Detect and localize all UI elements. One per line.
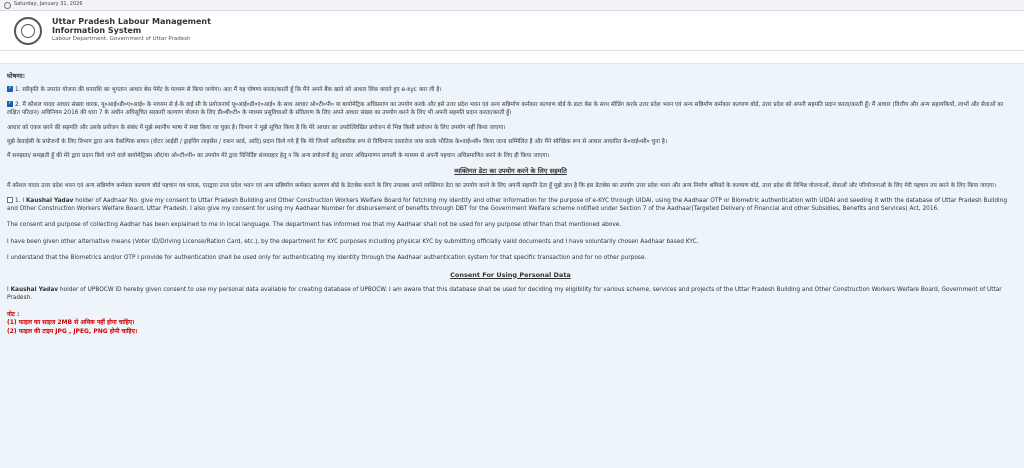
consent-panel: घोषणा: 1. स्वीकृति के उपरांत योजना की धन… <box>0 63 1024 468</box>
english-consent-checkbox[interactable] <box>7 196 13 203</box>
declaration-2-checkbox[interactable] <box>7 100 13 107</box>
personal-data-para-hindi: मैं कौशल यादव उत्तर प्रदेश भवन एवं अन्य … <box>7 183 997 190</box>
english-consent-para-4: I understand that the Biometrics and/or … <box>7 255 647 262</box>
declaration-para-5: मैं समझता/ समझती हूँ की मेरे द्वारा प्रद… <box>7 153 550 160</box>
applicant-name-2: Kaushal Yadav <box>10 286 59 293</box>
declaration-para-4: मुझे केवाईसी के प्रयोजनों के लिए विभाग द… <box>7 138 668 145</box>
declaration-heading: घोषणा: <box>7 72 26 80</box>
declaration-para-3: आधार को एकत्र करने की सहमति और उसके प्रय… <box>7 124 506 131</box>
english-personal-data-para: I Kaushal Yadav holder of UPBOCW ID here… <box>7 286 1002 302</box>
english-consent-para-2: The consent and purpose of collecting Aa… <box>7 222 622 229</box>
brand-title-line1: Uttar Pradesh Labour Management <box>52 16 211 26</box>
personal-data-title-english: Consent For Using Personal Data <box>450 270 571 279</box>
note-title: नोट : <box>7 310 20 318</box>
brand-block: Uttar Pradesh Labour Management Informat… <box>52 17 211 44</box>
declaration-1-checkbox[interactable] <box>7 85 13 93</box>
brand-title-line2: Information System <box>52 26 142 36</box>
english-consent-para-3: I have been given other alternative mean… <box>7 238 699 245</box>
declaration-item-2: 2. मैं कौशल यादव आधार संख्या धारक, यू०आई… <box>7 100 1014 118</box>
browser-topbar: Saturday, January 31, 2026 <box>0 0 1024 11</box>
site-header: Uttar Pradesh Labour Management Informat… <box>0 11 1024 51</box>
applicant-name: Kaushal Yadav <box>25 197 74 204</box>
english-consent-item-1: 1. I Kaushal Yadav holder of Aadhaar No.… <box>7 196 1008 212</box>
declaration-item-1: 1. स्वीकृति के उपरांत योजना की धनराशि का… <box>7 85 1014 94</box>
note-file-size: (1) फाइल का साइज 2MB से अधिक नहीं होना च… <box>7 319 135 327</box>
calendar-icon <box>4 1 11 9</box>
personal-data-title-hindi: व्यक्तिगत डेटा का उपयोग करने के लिए सहमत… <box>454 166 567 175</box>
note-file-type: (2) फाइल की टाइप JPG , JPEG, PNG होनी चा… <box>7 328 138 336</box>
current-date: Saturday, January 31, 2026 <box>14 1 83 8</box>
up-emblem-logo[interactable] <box>14 16 42 45</box>
brand-subtitle: Labour Department, Government of Uttar P… <box>52 36 191 43</box>
